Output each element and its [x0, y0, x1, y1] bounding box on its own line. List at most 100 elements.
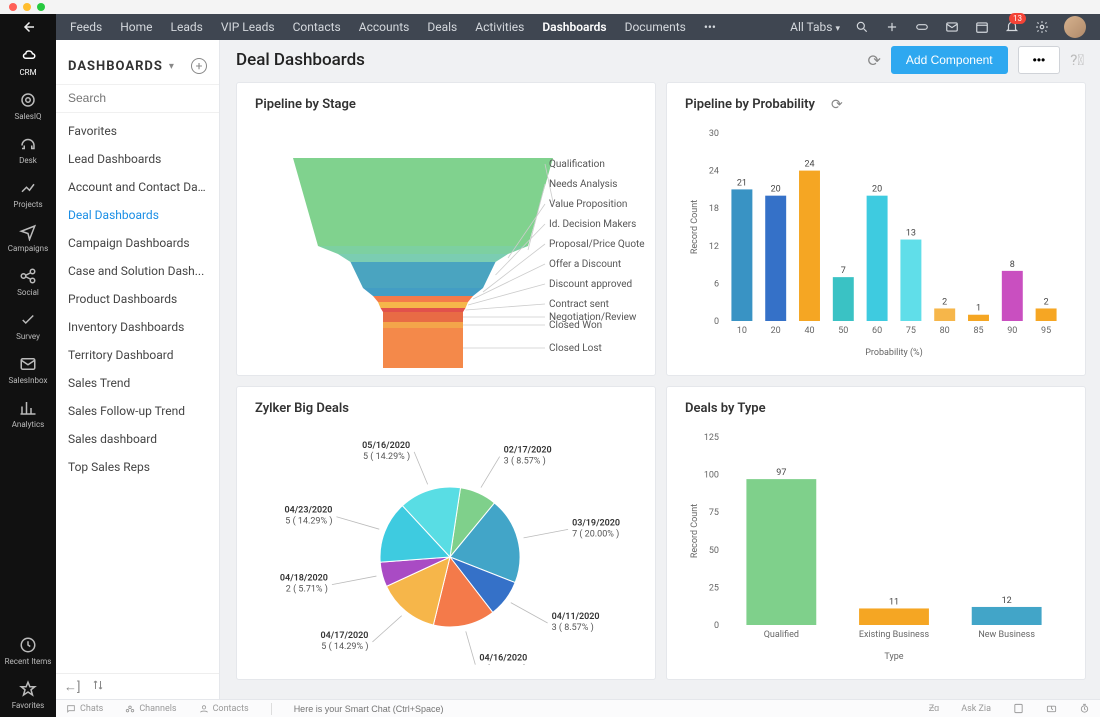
svg-text:Discount approved: Discount approved	[549, 279, 632, 290]
svg-text:2 ( 5.71% ): 2 ( 5.71% )	[286, 584, 328, 595]
clock-icon[interactable]	[1079, 703, 1090, 714]
rail-item-recent-items[interactable]: Recent Items	[0, 629, 56, 673]
max-dot[interactable]	[37, 3, 45, 11]
rail-item-salesinbox[interactable]: SalesInbox	[0, 348, 56, 392]
chats-tab[interactable]: Chats	[66, 704, 103, 714]
nav-documents[interactable]: Documents	[625, 20, 686, 34]
svg-text:Value Proposition: Value Proposition	[549, 199, 627, 210]
nav-feeds[interactable]: Feeds	[70, 20, 102, 34]
gamepad-icon[interactable]	[914, 19, 930, 35]
svg-text:75: 75	[906, 326, 916, 336]
sidebar-item[interactable]: Campaign Dashboards	[56, 229, 219, 257]
refresh-icon[interactable]: ⟳	[868, 51, 881, 70]
sidebar-item[interactable]: Sales Trend	[56, 369, 219, 397]
sidebar-title: DASHBOARDS	[68, 59, 163, 74]
sidebar-item[interactable]: Product Dashboards	[56, 285, 219, 313]
nav-vip-leads[interactable]: VIP Leads	[221, 20, 275, 34]
more-nav-icon[interactable]: •••	[704, 20, 716, 34]
svg-text:04/18/2020: 04/18/2020	[280, 574, 328, 584]
sidebar-item[interactable]: Inventory Dashboards	[56, 313, 219, 341]
sidebar-item[interactable]: Deal Dashboards	[56, 201, 219, 229]
app-rail: CRMSalesIQDeskProjectsCampaignsSocialSur…	[0, 14, 56, 717]
chevron-down-icon[interactable]: ▾	[169, 61, 174, 72]
search-icon[interactable]	[854, 19, 870, 35]
svg-text:80: 80	[940, 326, 950, 336]
all-tabs-dropdown[interactable]: All Tabs ▾	[790, 20, 840, 34]
gear-icon[interactable]	[1034, 19, 1050, 35]
sidebar-search-input[interactable]	[68, 91, 207, 105]
svg-text:8: 8	[1010, 260, 1015, 270]
svg-text:Probability (%): Probability (%)	[865, 347, 923, 358]
rail-item-crm[interactable]: CRM	[0, 40, 56, 84]
svg-text:13: 13	[906, 229, 916, 239]
add-dashboard-button[interactable]: +	[191, 58, 207, 74]
svg-text:Qualification: Qualification	[549, 158, 605, 170]
svg-text:3 ( 8.57% ): 3 ( 8.57% )	[552, 622, 594, 633]
channels-tab[interactable]: Channels	[125, 704, 176, 714]
svg-text:18: 18	[709, 204, 719, 214]
rail-item-campaigns[interactable]: Campaigns	[0, 216, 56, 260]
nav-home[interactable]: Home	[120, 20, 152, 34]
svg-text:30: 30	[709, 129, 719, 139]
svg-text:12: 12	[1002, 596, 1012, 606]
min-dot[interactable]	[23, 3, 31, 11]
svg-text:0: 0	[714, 317, 719, 327]
close-dot[interactable]	[9, 3, 17, 11]
rail-item-favorites[interactable]: Favorites	[0, 673, 56, 717]
nav-deals[interactable]: Deals	[427, 20, 457, 34]
add-component-button[interactable]: Add Component	[891, 46, 1008, 74]
sidebar-item[interactable]: Account and Contact Da...	[56, 173, 219, 201]
svg-text:04/23/2020: 04/23/2020	[284, 506, 332, 516]
help-icon[interactable]: ?⃝	[1070, 51, 1084, 69]
nav-leads[interactable]: Leads	[171, 20, 203, 34]
svg-text:7: 7	[841, 266, 846, 276]
rail-item-survey[interactable]: Survey	[0, 304, 56, 348]
rail-item-social[interactable]: Social	[0, 260, 56, 304]
note-icon[interactable]	[1013, 703, 1024, 714]
rail-item-salesiq[interactable]: SalesIQ	[0, 84, 56, 128]
sort-icon[interactable]	[92, 679, 104, 695]
calendar-icon[interactable]	[974, 19, 990, 35]
svg-text:12: 12	[709, 242, 719, 252]
card-title: Deals by Type	[685, 401, 1067, 416]
inbox-icon[interactable]	[1046, 703, 1057, 714]
contacts-tab[interactable]: Contacts	[199, 704, 249, 714]
back-icon[interactable]	[0, 14, 56, 40]
collapse-icon[interactable]: ←]	[64, 679, 80, 695]
rail-item-desk[interactable]: Desk	[0, 128, 56, 172]
avatar[interactable]	[1064, 16, 1086, 38]
nav-contacts[interactable]: Contacts	[293, 20, 341, 34]
svg-text:10: 10	[737, 326, 747, 336]
svg-text:20: 20	[771, 326, 781, 336]
ask-zia-button[interactable]: Ask Zia	[961, 704, 991, 714]
nav-activities[interactable]: Activities	[475, 20, 524, 34]
svg-text:Qualified: Qualified	[764, 630, 799, 640]
svg-text:5 ( 14.29% ): 5 ( 14.29% )	[285, 516, 332, 527]
mail-icon[interactable]	[944, 19, 960, 35]
sidebar-item[interactable]: Lead Dashboards	[56, 145, 219, 173]
svg-text:5 ( 14.29% ): 5 ( 14.29% )	[363, 451, 410, 462]
svg-text:25: 25	[709, 583, 719, 593]
sidebar-item[interactable]: Favorites	[56, 117, 219, 145]
sidebar-item[interactable]: Sales dashboard	[56, 425, 219, 453]
sidebar-item[interactable]: Sales Follow-up Trend	[56, 397, 219, 425]
sidebar-item[interactable]: Territory Dashboard	[56, 341, 219, 369]
rail-item-analytics[interactable]: Analytics	[0, 392, 56, 436]
svg-text:50: 50	[838, 326, 848, 336]
svg-text:05/16/2020: 05/16/2020	[362, 441, 410, 451]
svg-text:50: 50	[709, 546, 719, 556]
svg-text:75: 75	[709, 508, 719, 518]
rail-item-projects[interactable]: Projects	[0, 172, 56, 216]
plus-icon[interactable]	[884, 19, 900, 35]
nav-dashboards[interactable]: Dashboards	[542, 20, 606, 34]
refresh-icon[interactable]: ⟳	[831, 97, 843, 113]
nav-accounts[interactable]: Accounts	[359, 20, 410, 34]
smart-chat-input[interactable]	[294, 704, 494, 714]
sidebar-item[interactable]: Top Sales Reps	[56, 453, 219, 481]
zia-icon[interactable]: Ƶɑ	[929, 703, 940, 714]
sidebar-item[interactable]: Case and Solution Dash...	[56, 257, 219, 285]
bell-icon[interactable]: 13	[1004, 19, 1020, 35]
card-title: Pipeline by Stage	[255, 97, 637, 112]
more-options-button[interactable]: •••	[1018, 46, 1061, 74]
svg-text:2: 2	[1044, 297, 1049, 307]
